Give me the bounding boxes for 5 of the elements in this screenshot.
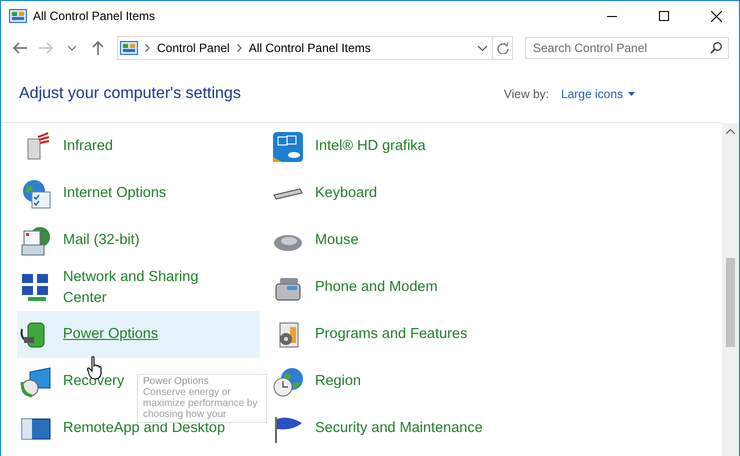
page-heading: Adjust your computer's settings bbox=[19, 84, 242, 102]
window-title: All Control Panel Items bbox=[33, 9, 156, 23]
tooltip-title: Power Options bbox=[143, 376, 210, 387]
view-by-label: View by: bbox=[504, 86, 549, 100]
tooltip-text: Conserve energy or maximize performance by choosing how your bbox=[143, 387, 258, 420]
